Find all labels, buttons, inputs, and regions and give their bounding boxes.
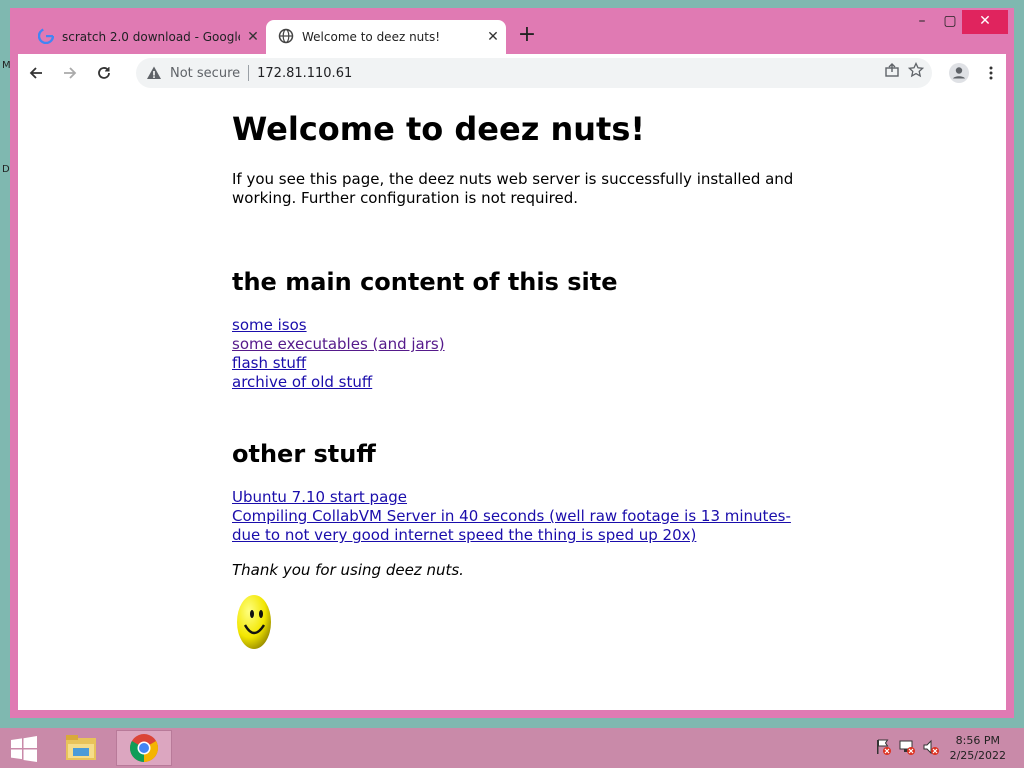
clock-date: 2/25/2022 — [949, 749, 1006, 762]
security-label[interactable]: Not secure — [170, 66, 240, 81]
other-heading: other stuff — [232, 440, 376, 468]
tab-scratch-download[interactable]: scratch 2.0 download - Google S ✕ — [26, 20, 266, 54]
link-collabvm-video[interactable]: Compiling CollabVM Server in 40 seconds … — [232, 507, 802, 545]
browser-toolbar: Not secure 172.81.110.61 — [18, 54, 1006, 92]
other-links: Ubuntu 7.10 start page Compiling CollabV… — [232, 488, 802, 545]
taskbar: 8:56 PM 2/25/2022 — [0, 728, 1024, 768]
page-title: Welcome to deez nuts! — [232, 110, 645, 148]
smiley-image — [232, 593, 802, 655]
close-tab-icon[interactable]: ✕ — [480, 29, 506, 45]
bookmark-star-icon[interactable] — [907, 61, 925, 82]
url-text[interactable]: 172.81.110.61 — [257, 66, 352, 81]
back-arrow-icon — [29, 67, 42, 79]
page-content: Welcome to deez nuts! If you see this pa… — [232, 110, 802, 655]
network-icon[interactable] — [898, 738, 916, 756]
folder-icon — [66, 735, 96, 760]
file-explorer-button[interactable] — [56, 730, 106, 766]
desktop-icon-label: D — [2, 164, 10, 175]
profile-icon — [949, 63, 969, 83]
main-links: some isos some executables (and jars) fl… — [232, 316, 802, 392]
chrome-icon — [130, 734, 158, 762]
tab-welcome[interactable]: Welcome to deez nuts! ✕ — [266, 20, 506, 54]
back-button[interactable] — [20, 57, 52, 89]
link-executables[interactable]: some executables (and jars) — [232, 335, 802, 354]
more-vert-icon — [989, 66, 993, 80]
link-archive[interactable]: archive of old stuff — [232, 373, 802, 392]
address-bar[interactable]: Not secure 172.81.110.61 — [136, 58, 932, 88]
reload-button[interactable] — [88, 57, 120, 89]
chrome-taskbar-button[interactable] — [116, 730, 172, 766]
link-some-isos[interactable]: some isos — [232, 316, 802, 335]
globe-icon — [278, 28, 294, 47]
clock-time: 8:56 PM — [955, 734, 1000, 747]
new-tab-button[interactable]: + — [516, 24, 538, 48]
tab-title: scratch 2.0 download - Google S — [62, 30, 240, 44]
main-heading: the main content of this site — [232, 268, 618, 296]
profile-button[interactable] — [944, 58, 974, 88]
close-tab-icon[interactable]: ✕ — [240, 29, 266, 45]
intro-text: If you see this page, the deez nuts web … — [232, 170, 794, 207]
title-bar: scratch 2.0 download - Google S ✕ Welcom… — [10, 8, 1014, 54]
page-viewport: Welcome to deez nuts! If you see this pa… — [18, 92, 1006, 710]
link-flash-stuff[interactable]: flash stuff — [232, 354, 802, 373]
windows-logo-icon — [11, 736, 37, 762]
system-clock[interactable]: 8:56 PM 2/25/2022 — [950, 733, 1006, 763]
thanks-text: Thank you for using deez nuts. — [232, 561, 464, 579]
warning-icon — [146, 65, 162, 81]
reload-icon — [98, 67, 110, 79]
google-icon — [37, 27, 55, 47]
close-window-button[interactable]: ✕ — [962, 10, 1008, 34]
divider — [248, 65, 250, 81]
link-ubuntu-start[interactable]: Ubuntu 7.10 start page — [232, 488, 802, 507]
forward-button[interactable] — [54, 57, 86, 89]
action-center-flag-icon[interactable] — [874, 738, 892, 756]
start-button[interactable] — [10, 736, 38, 762]
menu-button[interactable] — [976, 58, 1006, 88]
volume-muted-icon[interactable] — [922, 738, 940, 756]
tab-title: Welcome to deez nuts! — [302, 30, 441, 44]
browser-window: scratch 2.0 download - Google S ✕ Welcom… — [10, 8, 1014, 718]
forward-arrow-icon — [64, 67, 77, 79]
share-icon[interactable] — [884, 62, 900, 82]
